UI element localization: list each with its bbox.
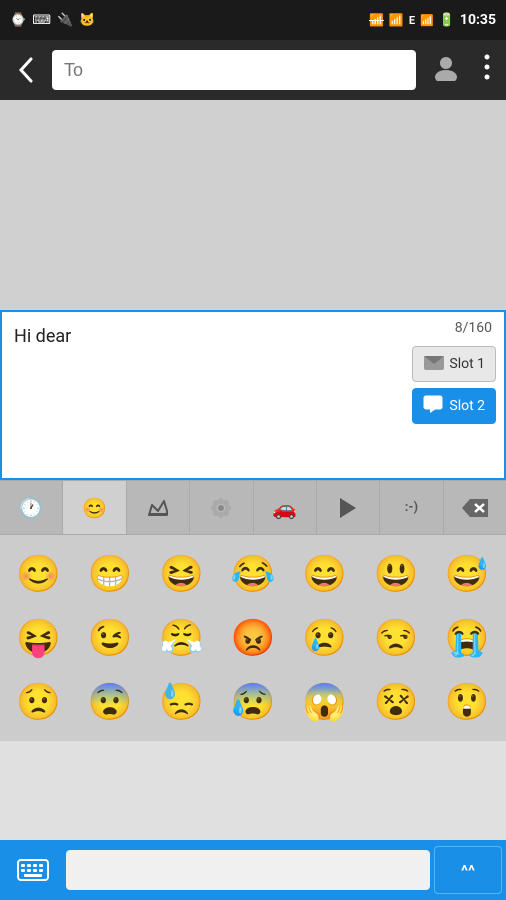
emoji-grid: 😊 😁 😆 😂 😄 😃 😅 😝 😉 😤 😡 😢 😒 😭 😟 😨 😓 😰 😱 😵 … [0, 535, 506, 741]
emoji-cold-sweat[interactable]: 😰 [218, 671, 287, 733]
emoji-sweat-smile[interactable]: 😅 [433, 543, 502, 605]
keyboard-icon: ⌨ [32, 13, 51, 28]
emoji-stuck-out-tongue[interactable]: 😝 [4, 607, 73, 669]
emoji-cry[interactable]: 😢 [290, 607, 359, 669]
text-input-bar[interactable] [66, 850, 430, 890]
menu-button[interactable] [476, 46, 498, 94]
emoji-keyboard: 🕐 😊 🚗 [0, 480, 506, 741]
emoji-laughing[interactable]: 😆 [147, 543, 216, 605]
emoji-grin[interactable]: 😄 [290, 543, 359, 605]
char-count: 8/160 [455, 320, 492, 336]
signal-icon: 📶 [369, 13, 384, 27]
signal-bars-icon: 📶 [420, 14, 434, 27]
status-icons-left: ⌚ ⌨ 🔌 🐱 [10, 13, 95, 28]
tab-recent[interactable]: 🕐 [0, 481, 63, 534]
top-bar [0, 40, 506, 100]
compose-box: 8/160 Hi dear Slot 1 Slot 2 [0, 310, 506, 480]
contact-button[interactable] [424, 45, 468, 95]
keyboard-toggle-button[interactable] [4, 846, 62, 894]
tab-car[interactable]: 🚗 [254, 481, 317, 534]
slot-buttons: Slot 1 Slot 2 [412, 346, 496, 424]
tab-emoji[interactable]: 😊 [63, 481, 126, 534]
status-icons-right: 📶 📶 E 📶 🔋 10:35 [369, 12, 496, 28]
emoji-unamused[interactable]: 😒 [361, 607, 430, 669]
emoji-sob[interactable]: 😭 [433, 607, 502, 669]
slot1-label: Slot 1 [449, 356, 485, 372]
emoji-angry[interactable]: 😡 [218, 607, 287, 669]
slot2-icon [423, 395, 445, 417]
slot1-icon [423, 353, 445, 375]
usb-icon: 🔌 [57, 13, 73, 28]
emoji-joy[interactable]: 😂 [218, 543, 287, 605]
tab-emoticon[interactable]: :-) [380, 481, 443, 534]
slot2-button[interactable]: Slot 2 [412, 388, 496, 424]
scroll-up-button[interactable]: ^^ [434, 846, 502, 894]
battery-icon: 🔋 [439, 13, 455, 28]
time-display: 10:35 [460, 12, 496, 28]
slot1-button[interactable]: Slot 1 [412, 346, 496, 382]
scroll-up-label: ^^ [461, 861, 475, 880]
tab-crown[interactable] [127, 481, 190, 534]
status-bar: ⌚ ⌨ 🔌 🐱 📶 📶 E 📶 🔋 10:35 [0, 0, 506, 40]
emoji-fearful[interactable]: 😨 [75, 671, 144, 733]
alarm-icon: ⌚ [10, 13, 26, 28]
emoji-triumph[interactable]: 😤 [147, 607, 216, 669]
emoji-tab-bar: 🕐 😊 🚗 [0, 480, 506, 535]
tab-backspace[interactable] [444, 481, 506, 534]
back-button[interactable] [8, 47, 44, 93]
emoji-astonished[interactable]: 😲 [433, 671, 502, 733]
emoji-scream[interactable]: 😱 [290, 671, 359, 733]
cat-icon: 🐱 [79, 13, 95, 28]
wifi-icon: 📶 [389, 13, 404, 27]
emoji-dizzy-face[interactable]: 😵 [361, 671, 430, 733]
emoji-grinning-smiling[interactable]: 😊 [4, 543, 73, 605]
emoji-grinning[interactable]: 😁 [75, 543, 144, 605]
emoji-smiley[interactable]: 😃 [361, 543, 430, 605]
emoji-worried[interactable]: 😟 [4, 671, 73, 733]
network-icon: E [409, 14, 415, 27]
to-input[interactable] [52, 50, 416, 90]
bottom-bar: ^^ [0, 840, 506, 900]
emoji-sweat[interactable]: 😓 [147, 671, 216, 733]
message-text[interactable]: Hi dear [14, 326, 392, 347]
message-area [0, 100, 506, 310]
emoji-wink[interactable]: 😉 [75, 607, 144, 669]
tab-play[interactable] [317, 481, 380, 534]
tab-flower[interactable] [190, 481, 253, 534]
slot2-label: Slot 2 [449, 398, 485, 414]
